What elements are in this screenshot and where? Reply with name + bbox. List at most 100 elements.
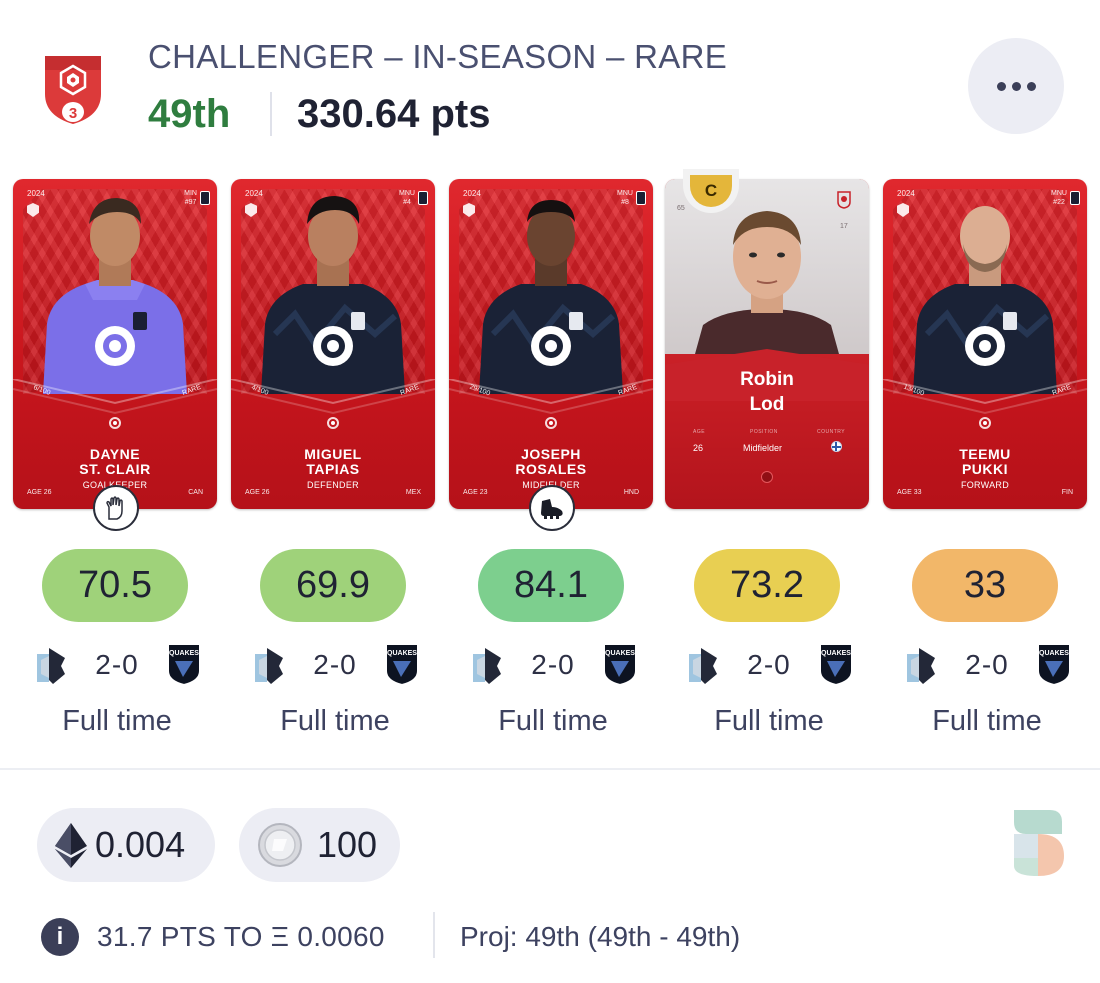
svg-text:QUAKES: QUAKES [1039,650,1069,657]
match-status: Full time [498,705,608,737]
match-result: 2-0 QUAKES [35,641,201,689]
eth-reward[interactable]: 0.004 [37,808,215,882]
player-age: 26 [693,443,704,453]
minnesota-united-logo-icon [473,648,501,684]
rank-value: 49th [148,92,231,136]
lineup-slot: 2024 MNU #4 4/100 RARE MIGUEL TAPIAS DEFE… [231,175,439,755]
more-horizontal-icon [994,81,1039,91]
player-age: AGE 33 [897,489,922,496]
player-card[interactable]: 2024 MIN#97 6/100 RARE DAYNE ST. CLAIR G… [13,179,217,509]
club-crest-icon [636,191,646,205]
position-header: POSITION [750,429,778,435]
match-result: 2-0 QUAKES [905,641,1071,689]
player-card[interactable]: 2024 MNU #4 4/100 RARE MIGUEL TAPIAS DEFE… [231,179,435,509]
player-name: MIGUEL TAPIAS [304,446,362,477]
away-score: 0 [558,649,575,680]
away-score: 0 [992,649,1009,680]
player-country: CAN [188,489,203,496]
player-name: DAYNE ST. CLAIR [79,446,151,477]
svg-text:QUAKES: QUAKES [821,650,851,657]
player-name: Robin Lod [740,369,794,415]
san-jose-quakes-logo-icon: QUAKES [603,643,637,687]
away-score: 0 [122,649,139,680]
section-divider [0,768,1100,770]
football-boot-icon [529,485,575,531]
home-score: 2 [313,649,330,680]
player-score[interactable]: 70.5 [42,549,188,622]
more-options-button[interactable] [968,38,1064,134]
player-image [261,196,405,394]
san-jose-quakes-logo-icon: QUAKES [1037,643,1071,687]
projection-text: Proj: 49th (49th - 49th) [460,921,741,952]
coin-icon [258,823,302,867]
minnesota-united-logo-icon [37,648,65,684]
info-divider [433,912,435,958]
minnesota-united-logo-icon [255,648,283,684]
coin-reward[interactable]: 100 [239,808,400,882]
home-score: 2 [531,649,548,680]
player-age: AGE 23 [463,489,488,496]
ethereum-icon [55,823,87,868]
club-crest-icon [418,191,428,205]
player-score[interactable]: 73.2 [694,549,840,622]
card-rank-number: 65 [677,205,685,212]
lineup-slot: 2024 MNU#8 29/100 RARE JOSEPH ROSALES MI… [449,175,657,755]
home-score: 2 [95,649,112,680]
home-score: 2 [965,649,982,680]
header: 3 CHALLENGER – IN-SEASON – RARE 49th 330… [0,0,1100,165]
player-country: HND [623,489,639,496]
info-row: i 31.7 PTS TO Ξ 0.0060 Proj: 49th (49th … [41,912,1041,960]
match-result: 2-0 QUAKES [687,641,853,689]
points-value: 330.64 pts [297,92,491,136]
club-crest-icon [200,191,210,205]
player-card[interactable]: 2024 MNU #22 13/100 RARE TEEMU PUKKI FORW… [883,179,1087,509]
info-icon[interactable]: i [41,918,79,956]
points-to-next-reward: 31.7 PTS TO Ξ 0.0060 [97,921,385,952]
san-jose-quakes-logo-icon: QUAKES [385,643,419,687]
coin-reward-value: 100 [317,824,378,865]
player-age: AGE 26 [245,489,270,496]
player-country: MEX [405,489,421,496]
player-image [479,200,623,394]
goalkeeper-glove-icon [93,485,139,531]
player-score[interactable]: 69.9 [260,549,406,622]
shirt-number: 17 [840,223,848,230]
match-status: Full time [714,705,824,737]
san-jose-quakes-logo-icon: QUAKES [819,643,853,687]
player-image [43,198,187,394]
match-result: 2-0 QUAKES [471,641,637,689]
age-header: AGE [693,429,706,435]
country-header: COUNTRY [817,429,846,435]
league-title: CHALLENGER – IN-SEASON – RARE [148,38,728,75]
away-score: 0 [774,649,791,680]
lineup-slot: 65 17 Robin Lod AGE POSITION COUNTRY 26 … [665,169,873,755]
match-status: Full time [280,705,390,737]
eth-reward-value: 0.004 [95,824,186,865]
lineup-slot: 2024 MIN#97 6/100 RARE DAYNE ST. CLAIR G… [13,175,221,755]
sorare-logo-icon [1014,810,1064,876]
player-name: TEEMU PUKKI [959,446,1011,477]
stat-divider [270,92,272,136]
player-position: Midfielder [743,443,783,453]
player-age: AGE 26 [27,489,52,496]
match-status: Full time [932,705,1042,737]
match-status: Full time [62,705,172,737]
player-score[interactable]: 33 [912,549,1058,622]
minnesota-united-logo-icon [689,648,717,684]
svg-text:QUAKES: QUAKES [169,650,199,657]
home-score: 2 [747,649,764,680]
player-card[interactable]: 65 17 Robin Lod AGE POSITION COUNTRY 26 … [665,179,869,509]
player-score[interactable]: 84.1 [478,549,624,622]
player-card[interactable]: 2024 MNU#8 29/100 RARE JOSEPH ROSALES MI… [449,179,653,509]
minnesota-united-logo-icon [907,648,935,684]
finland-flag-icon [831,441,842,452]
match-result: 2-0 QUAKES [253,641,419,689]
club-crest-icon [1070,191,1080,205]
league-badge-icon: 3 [45,56,101,124]
player-country: FIN [1061,489,1073,496]
svg-text:QUAKES: QUAKES [387,650,417,657]
away-score: 0 [340,649,357,680]
lineup: 2024 MIN#97 6/100 RARE DAYNE ST. CLAIR G… [0,169,1100,755]
player-image [913,206,1057,394]
badge-level: 3 [69,105,77,122]
